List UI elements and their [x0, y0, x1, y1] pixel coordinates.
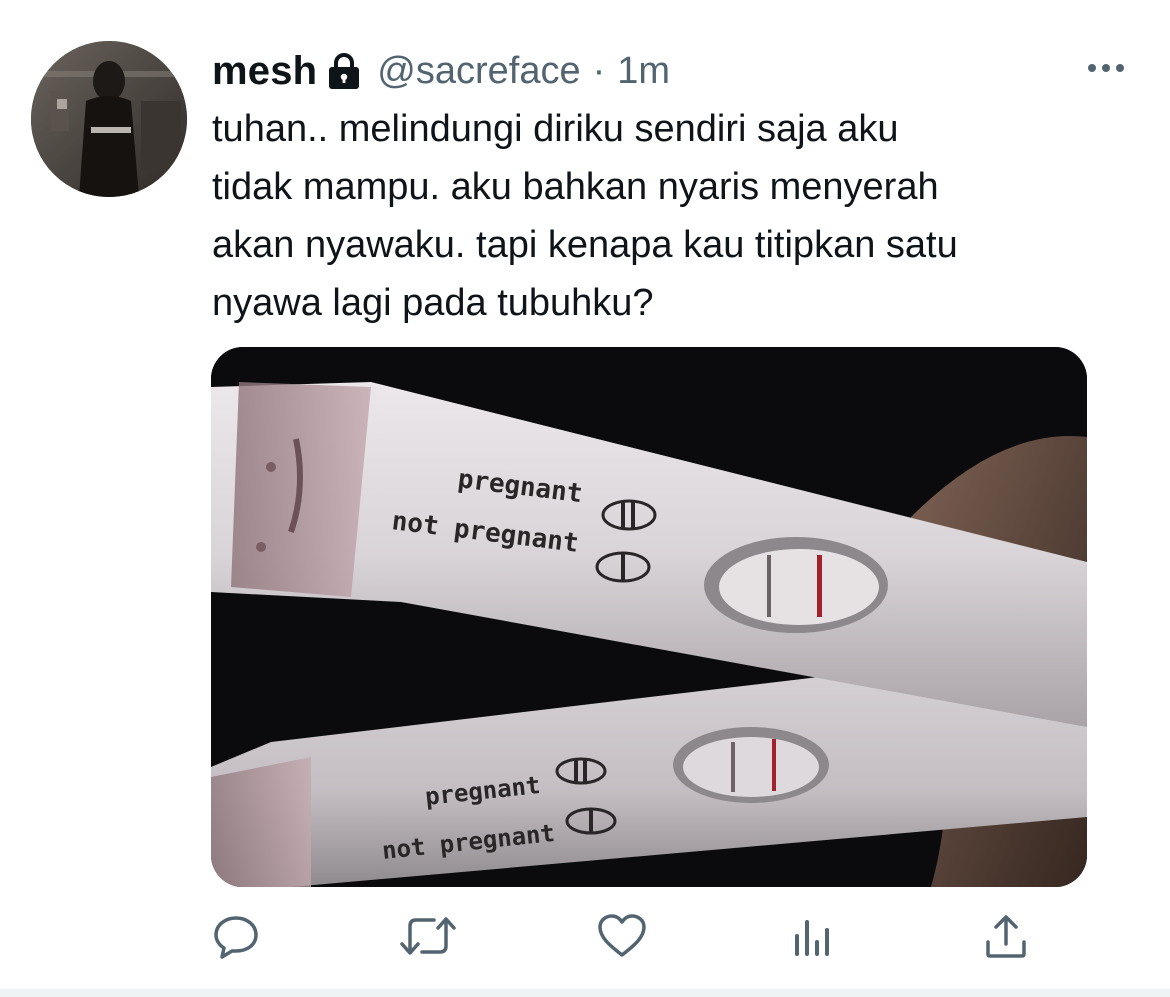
tweet-divider: [0, 989, 1170, 997]
like-icon: [597, 913, 647, 964]
retweet-button[interactable]: [400, 910, 456, 966]
share-icon: [984, 912, 1028, 965]
tweet-header: mesh @sacreface · 1m: [212, 44, 670, 98]
timestamp[interactable]: 1m: [617, 50, 670, 93]
tweet[interactable]: mesh @sacreface · 1m tuhan.. melindungi …: [0, 0, 1170, 997]
reply-icon: [212, 912, 260, 965]
share-button[interactable]: [978, 910, 1034, 966]
lock-icon: [327, 52, 361, 90]
avatar[interactable]: [31, 41, 187, 197]
handle[interactable]: @sacreface: [377, 50, 580, 93]
avatar-image: [31, 41, 187, 197]
reply-button[interactable]: [208, 910, 264, 966]
separator-dot: ·: [592, 49, 606, 92]
retweet-icon: [400, 912, 456, 965]
analytics-icon: [791, 912, 835, 965]
analytics-button[interactable]: [785, 910, 841, 966]
like-button[interactable]: [594, 910, 650, 966]
tweet-media[interactable]: pregnant not pregnant pregnant not pregn…: [211, 347, 1087, 887]
display-name[interactable]: mesh: [212, 49, 317, 94]
more-icon[interactable]: [1086, 58, 1126, 78]
action-bar: [0, 910, 1170, 966]
tweet-text: tuhan.. melindungi diriku sendiri saja a…: [212, 108, 958, 324]
pregnancy-tests-photo: pregnant not pregnant pregnant not pregn…: [211, 347, 1087, 887]
